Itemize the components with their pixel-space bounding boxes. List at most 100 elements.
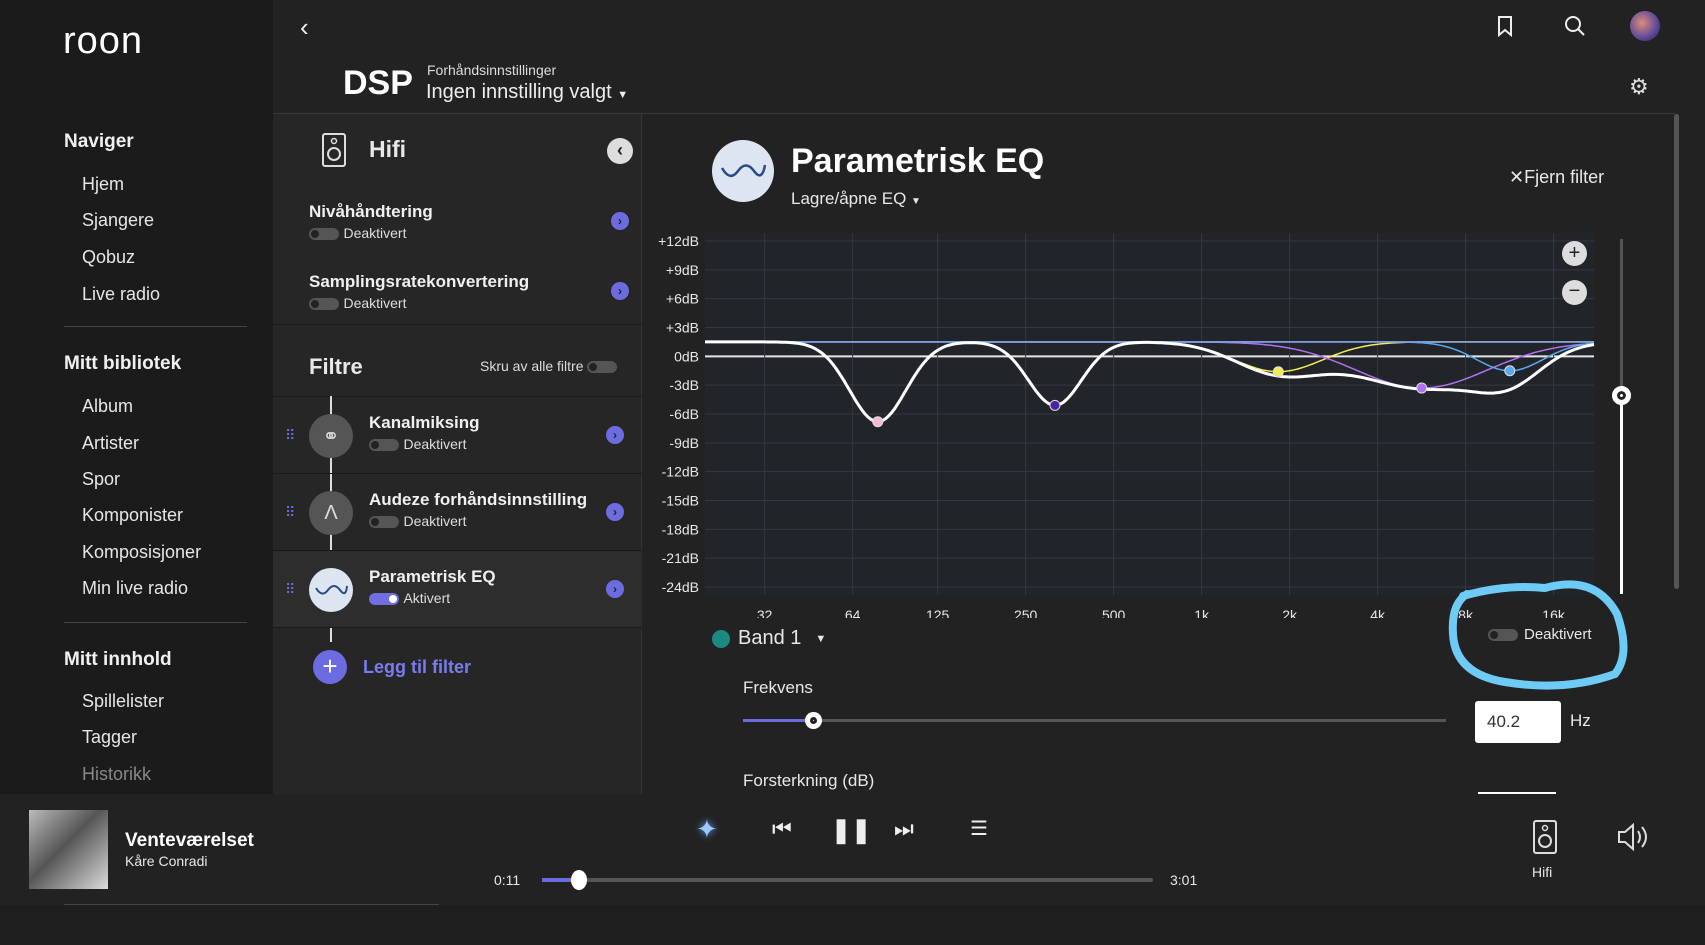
filter-title: Audeze forhåndsinnstilling xyxy=(369,490,588,509)
label: Lagre/åpne EQ xyxy=(791,189,907,208)
volume-icon[interactable] xyxy=(1616,822,1650,852)
gear-icon[interactable]: ⚙ xyxy=(1629,74,1649,100)
filter-row-audeze[interactable]: ⠿ Λ Audeze forhåndsinnstilling Deaktiver… xyxy=(273,474,642,551)
remove-filter-button[interactable]: ✕Fjern filter xyxy=(1509,167,1604,188)
toggle[interactable] xyxy=(309,297,339,310)
bottom-strip xyxy=(0,905,1705,945)
gain-slider-track[interactable] xyxy=(1620,239,1623,594)
roon-logo[interactable]: roon xyxy=(63,20,143,63)
content-heading: Mitt innhold xyxy=(64,649,172,670)
toggle[interactable] xyxy=(587,361,618,374)
bookmark-icon[interactable] xyxy=(1496,15,1514,37)
filter-row-channel-mixing[interactable]: ⠿ ⚭ Kanalmiksing Deaktivert › xyxy=(273,397,642,474)
label: Skru av alle filtre xyxy=(480,358,584,374)
track-artist[interactable]: Kåre Conradi xyxy=(125,853,208,869)
zone-dsp-panel: Hifi ‹ Nivåhåndtering Deaktivert › Sampl… xyxy=(273,114,642,794)
page-title: DSP xyxy=(343,64,413,102)
eq-wave-icon xyxy=(309,568,353,612)
y-tick-label: +3dB xyxy=(666,320,699,336)
eq-chart[interactable]: +12dB +9dB +6dB +3dB 0dB -3dB -6dB -9dB -12dB -15… xyxy=(650,228,1600,618)
y-tick-label: 0dB xyxy=(674,348,699,364)
dsp-sparkle-icon[interactable]: ✦ xyxy=(696,814,718,845)
toggle[interactable] xyxy=(309,227,339,240)
status: Deaktivert xyxy=(343,225,407,241)
queue-icon[interactable]: ☰ xyxy=(970,816,988,841)
zone-label[interactable]: Hifi xyxy=(1532,864,1552,880)
y-tick-label: -3dB xyxy=(669,377,699,393)
drag-handle-icon[interactable]: ⠿ xyxy=(285,504,295,521)
chevron-right-icon[interactable]: › xyxy=(606,580,624,598)
sidebar-item-home[interactable]: Hjem xyxy=(82,174,124,195)
sidebar-item-composers[interactable]: Komponister xyxy=(82,505,183,526)
band-selector[interactable]: Band 1 ▼ xyxy=(712,627,826,650)
band-handle[interactable] xyxy=(1272,366,1284,378)
zoom-in-button[interactable]: + xyxy=(1562,241,1587,266)
band-handle[interactable] xyxy=(1416,382,1428,394)
chevron-right-icon[interactable]: › xyxy=(611,212,629,230)
band-label: Band 1 xyxy=(738,627,802,649)
section-sample-rate-conversion[interactable]: Samplingsratekonvertering Deaktivert › xyxy=(309,272,629,313)
frequency-slider[interactable] xyxy=(743,712,1446,729)
sidebar-item-live-radio[interactable]: Live radio xyxy=(82,284,160,305)
zoom-out-button[interactable]: − xyxy=(1562,280,1587,305)
plus-icon: + xyxy=(313,650,347,684)
filter-row-parametric-eq[interactable]: ⠿ Parametrisk EQ Aktivert › xyxy=(273,551,642,628)
chevron-right-icon[interactable]: › xyxy=(606,503,624,521)
search-icon[interactable] xyxy=(1564,15,1586,37)
toggle[interactable] xyxy=(369,592,399,605)
y-tick-label: -18dB xyxy=(662,521,699,537)
chevron-down-icon: ▼ xyxy=(617,89,629,101)
disable-all-filters[interactable]: Skru av alle filtre xyxy=(480,358,618,374)
drag-handle-icon[interactable]: ⠿ xyxy=(285,427,295,444)
chevron-right-icon[interactable]: › xyxy=(611,282,629,300)
save-open-eq-dropdown[interactable]: Lagre/åpne EQ ▼ xyxy=(791,189,921,209)
drag-handle-icon[interactable]: ⠿ xyxy=(285,581,295,598)
preset-dropdown[interactable]: Ingen innstilling valgt ▼ xyxy=(426,81,628,104)
scrollbar[interactable] xyxy=(1674,114,1679,589)
status: Deaktivert xyxy=(403,436,467,452)
speaker-icon[interactable] xyxy=(1532,819,1558,855)
seek-knob[interactable] xyxy=(571,870,588,890)
speaker-icon xyxy=(322,133,346,167)
section-volume-leveling[interactable]: Nivåhåndtering Deaktivert › xyxy=(309,202,629,243)
sidebar-item-playlists[interactable]: Spillelister xyxy=(82,691,164,712)
sidebar-item-albums[interactable]: Album xyxy=(82,396,133,417)
status: Deaktivert xyxy=(403,513,467,529)
y-tick-label: -6dB xyxy=(669,406,699,422)
back-arrow-icon[interactable]: ‹ xyxy=(300,12,309,43)
gain-slider-knob[interactable] xyxy=(1612,386,1631,405)
next-icon[interactable]: ⏭ xyxy=(894,816,914,842)
chevron-right-icon[interactable]: › xyxy=(606,426,624,444)
sidebar-item-my-live-radio[interactable]: Min live radio xyxy=(82,578,188,599)
section-title: Nivåhåndtering xyxy=(309,202,433,221)
band-handle[interactable] xyxy=(872,416,884,428)
sidebar-item-tags[interactable]: Tagger xyxy=(82,727,137,748)
previous-icon[interactable]: ⏮ xyxy=(772,816,792,842)
band-handle[interactable] xyxy=(1049,399,1061,411)
sidebar-item-artists[interactable]: Artister xyxy=(82,433,139,454)
add-filter-button[interactable]: + Legg til filter xyxy=(313,650,471,684)
x-tick-label: 1k xyxy=(1194,607,1210,618)
track-title[interactable]: Venteværelset xyxy=(125,830,254,852)
toggle[interactable] xyxy=(369,515,399,528)
user-avatar[interactable] xyxy=(1630,11,1660,41)
sidebar-item-qobuz[interactable]: Qobuz xyxy=(82,247,135,268)
toggle[interactable] xyxy=(369,438,399,451)
sidebar-item-compositions[interactable]: Komposisjoner xyxy=(82,542,201,563)
chevron-down-icon: ▼ xyxy=(815,632,827,645)
collapse-panel-button[interactable]: ‹ xyxy=(607,138,633,164)
sidebar-item-tracks[interactable]: Spor xyxy=(82,469,120,490)
seek-bar[interactable] xyxy=(542,870,1153,890)
frequency-input[interactable] xyxy=(1475,701,1561,743)
album-art[interactable] xyxy=(29,810,108,889)
sidebar-item-history[interactable]: Historikk xyxy=(82,764,151,785)
y-tick-label: -12dB xyxy=(662,464,699,480)
y-tick-label: +9dB xyxy=(666,262,699,278)
duration: 3:01 xyxy=(1170,872,1198,888)
band-handle[interactable] xyxy=(1504,365,1516,377)
divider xyxy=(64,622,247,623)
sidebar-item-genres[interactable]: Sjangere xyxy=(82,210,154,231)
pause-icon[interactable]: ❚❚ xyxy=(831,816,871,845)
band-color-dot xyxy=(712,629,730,648)
y-tick-label: -15dB xyxy=(662,493,699,509)
